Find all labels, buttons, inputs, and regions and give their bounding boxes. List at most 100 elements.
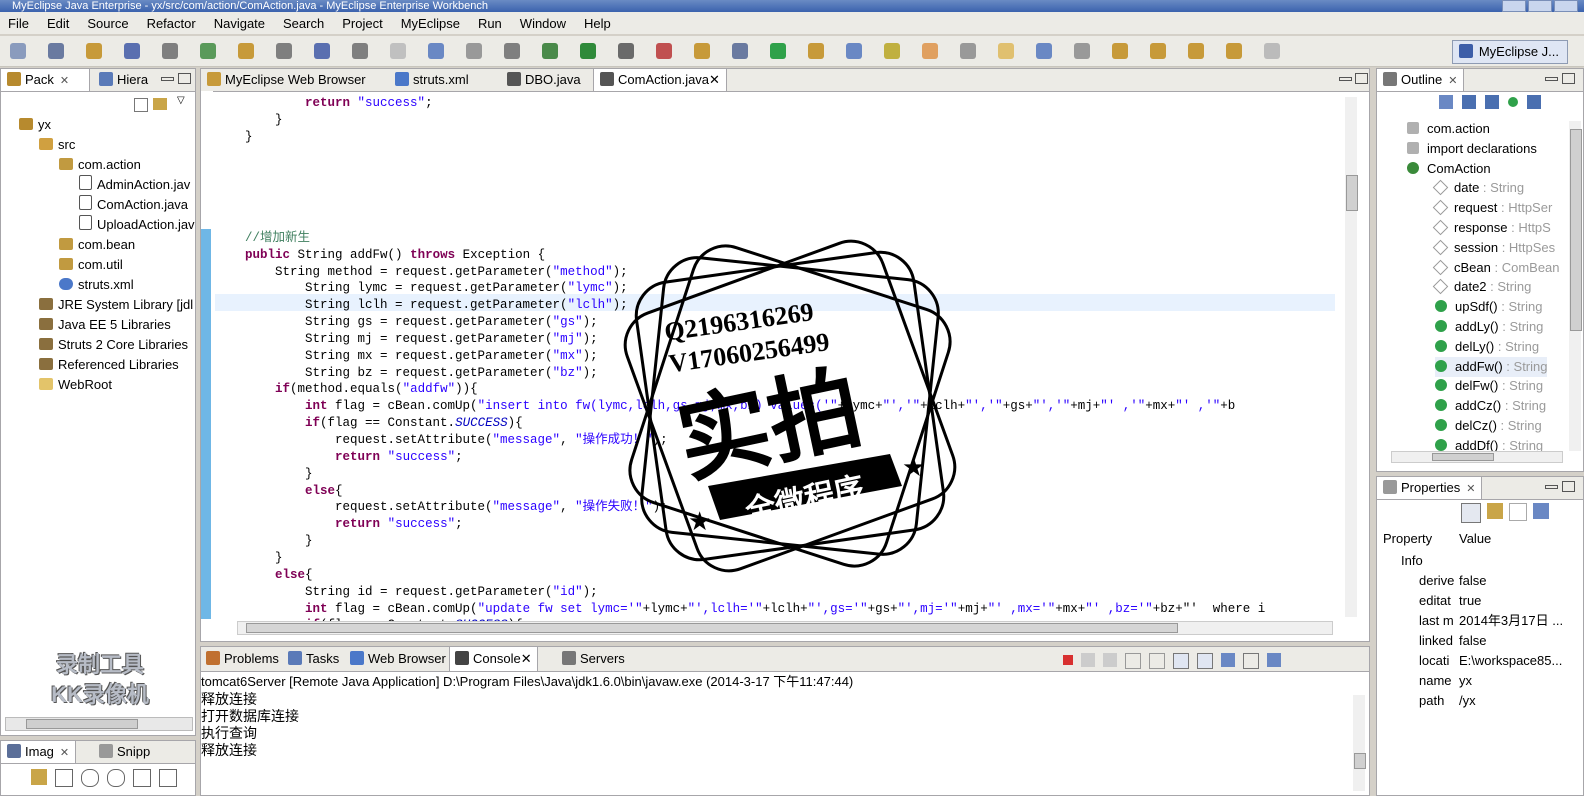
- highlight-icon[interactable]: [884, 43, 900, 59]
- remove-all-icon[interactable]: [1103, 653, 1117, 667]
- categories-icon[interactable]: [1461, 503, 1481, 523]
- maximize-editor-icon[interactable]: [1355, 73, 1368, 84]
- minimize-view-icon[interactable]: [1545, 77, 1558, 81]
- open-console-icon[interactable]: [1267, 653, 1281, 667]
- hide-static-icon[interactable]: [1485, 95, 1499, 109]
- tree-item[interactable]: Struts 2 Core Libraries: [1, 335, 195, 355]
- tree-item[interactable]: AdminAction.jav: [1, 175, 195, 195]
- tree-item[interactable]: src: [1, 135, 195, 155]
- close-window-button[interactable]: [1554, 0, 1578, 12]
- package-icon[interactable]: [238, 43, 254, 59]
- editor-horizontal-scrollbar[interactable]: [237, 621, 1333, 635]
- code-line[interactable]: String lymc = request.getParameter("lymc…: [215, 280, 628, 297]
- editor-tab[interactable]: MyEclipse Web Browser: [201, 69, 372, 91]
- deploy-icon[interactable]: [390, 43, 406, 59]
- menu-window[interactable]: Window: [512, 16, 576, 31]
- close-icon[interactable]: ✕: [1448, 75, 1457, 87]
- prev-annotation-icon[interactable]: [1074, 43, 1090, 59]
- code-line[interactable]: }: [215, 533, 313, 550]
- code-line[interactable]: return "success";: [215, 449, 463, 466]
- new-icon[interactable]: [10, 43, 26, 59]
- outline-item[interactable]: session : HttpSes: [1432, 238, 1555, 258]
- scroll-lock-icon[interactable]: [1149, 653, 1165, 669]
- tree-item[interactable]: struts.xml: [1, 275, 195, 295]
- outline-item[interactable]: addFw() : String: [1435, 356, 1548, 377]
- tree-item[interactable]: WebRoot: [1, 375, 195, 395]
- hierarchy-icon[interactable]: [466, 43, 482, 59]
- maximize-view-icon[interactable]: [178, 73, 191, 84]
- print-icon[interactable]: [162, 43, 178, 59]
- property-value[interactable]: true: [1459, 591, 1581, 611]
- editor-tab[interactable]: ComAction.java✕: [593, 69, 727, 91]
- menu-search[interactable]: Search: [275, 16, 334, 31]
- tree-item[interactable]: JRE System Library [jdl: [1, 295, 195, 315]
- outline-item[interactable]: delCz() : String: [1435, 416, 1542, 436]
- tree-item[interactable]: Referenced Libraries: [1, 355, 195, 375]
- back-icon[interactable]: [1112, 43, 1128, 59]
- menu-help[interactable]: Help: [576, 16, 621, 31]
- outline-item[interactable]: com.action: [1407, 119, 1490, 139]
- display-console-icon[interactable]: [1243, 653, 1259, 669]
- search-icon[interactable]: [276, 43, 292, 59]
- tab-snippets[interactable]: Snipp: [93, 741, 156, 763]
- maximize-button[interactable]: [1528, 0, 1552, 12]
- minimize-editor-icon[interactable]: [1339, 77, 1352, 81]
- pin-icon[interactable]: [1533, 503, 1549, 519]
- close-icon[interactable]: ✕: [709, 72, 720, 87]
- open-file-icon[interactable]: [808, 43, 824, 59]
- zoom-in-icon[interactable]: [107, 769, 125, 787]
- zoom-out-icon[interactable]: [81, 769, 99, 787]
- property-group-info[interactable]: Info: [1401, 551, 1423, 571]
- property-value[interactable]: false: [1459, 571, 1581, 591]
- tree-horizontal-scrollbar[interactable]: [5, 717, 193, 731]
- code-line[interactable]: String id = request.getParameter("id");: [215, 584, 598, 601]
- tab-properties[interactable]: Properties ✕: [1377, 477, 1483, 499]
- task-icon[interactable]: [504, 43, 520, 59]
- outline-item[interactable]: response : HttpS: [1432, 218, 1551, 238]
- forward-icon[interactable]: [1150, 43, 1166, 59]
- close-icon[interactable]: ✕: [60, 747, 69, 759]
- annotation-icon[interactable]: [998, 43, 1014, 59]
- outline-item[interactable]: ComAction: [1407, 159, 1491, 179]
- property-value[interactable]: false: [1459, 631, 1581, 651]
- debug-icon[interactable]: [656, 43, 672, 59]
- code-line[interactable]: return "success";: [215, 516, 463, 533]
- menu-myeclipse[interactable]: MyEclipse: [393, 16, 470, 31]
- show-stderr-icon[interactable]: [1197, 653, 1213, 669]
- menu-source[interactable]: Source: [79, 16, 138, 31]
- editor-tab[interactable]: struts.xml: [389, 69, 475, 91]
- debug-icon[interactable]: [124, 43, 140, 59]
- property-value[interactable]: 2014年3月17日 ...: [1459, 611, 1581, 631]
- sort-icon[interactable]: [1439, 95, 1453, 109]
- next-annotation-icon[interactable]: [1036, 43, 1052, 59]
- code-line[interactable]: else{: [215, 567, 313, 584]
- outline-item[interactable]: addLy() : String: [1435, 317, 1543, 337]
- history-icon[interactable]: [1188, 43, 1204, 59]
- outline-item[interactable]: upSdf() : String: [1435, 297, 1542, 317]
- close-icon[interactable]: ✕: [60, 75, 69, 87]
- menu-navigate[interactable]: Navigate: [206, 16, 275, 31]
- run-last-icon[interactable]: [542, 43, 558, 59]
- more-icon[interactable]: [1264, 43, 1280, 59]
- tree-item[interactable]: yx: [1, 115, 195, 135]
- property-key[interactable]: path: [1419, 691, 1455, 711]
- mark-icon[interactable]: [960, 43, 976, 59]
- outline-item[interactable]: delLy() : String: [1435, 337, 1539, 357]
- property-value[interactable]: yx: [1459, 671, 1581, 691]
- editor-tab[interactable]: DBO.java: [501, 69, 587, 91]
- code-line[interactable]: if(method.equals("addfw")){: [215, 381, 478, 398]
- menu-edit[interactable]: Edit: [39, 16, 79, 31]
- actual-size-icon[interactable]: [133, 769, 151, 787]
- code-line[interactable]: String mx = request.getParameter("mx");: [215, 348, 598, 365]
- property-key[interactable]: linked: [1419, 631, 1455, 651]
- console-tab-servers[interactable]: Servers: [557, 647, 630, 671]
- new-package-icon[interactable]: [732, 43, 748, 59]
- console-tab-console[interactable]: Console✕: [449, 647, 538, 671]
- browser-icon[interactable]: [428, 43, 444, 59]
- tab-package-explorer[interactable]: Pack ✕: [1, 69, 90, 91]
- collapse-all-icon[interactable]: [134, 98, 148, 112]
- outline-item[interactable]: addCz() : String: [1435, 396, 1546, 416]
- menu-refactor[interactable]: Refactor: [139, 16, 206, 31]
- minimize-button[interactable]: [1502, 0, 1526, 12]
- code-line[interactable]: request.setAttribute("message", "操作成功！")…: [215, 432, 668, 449]
